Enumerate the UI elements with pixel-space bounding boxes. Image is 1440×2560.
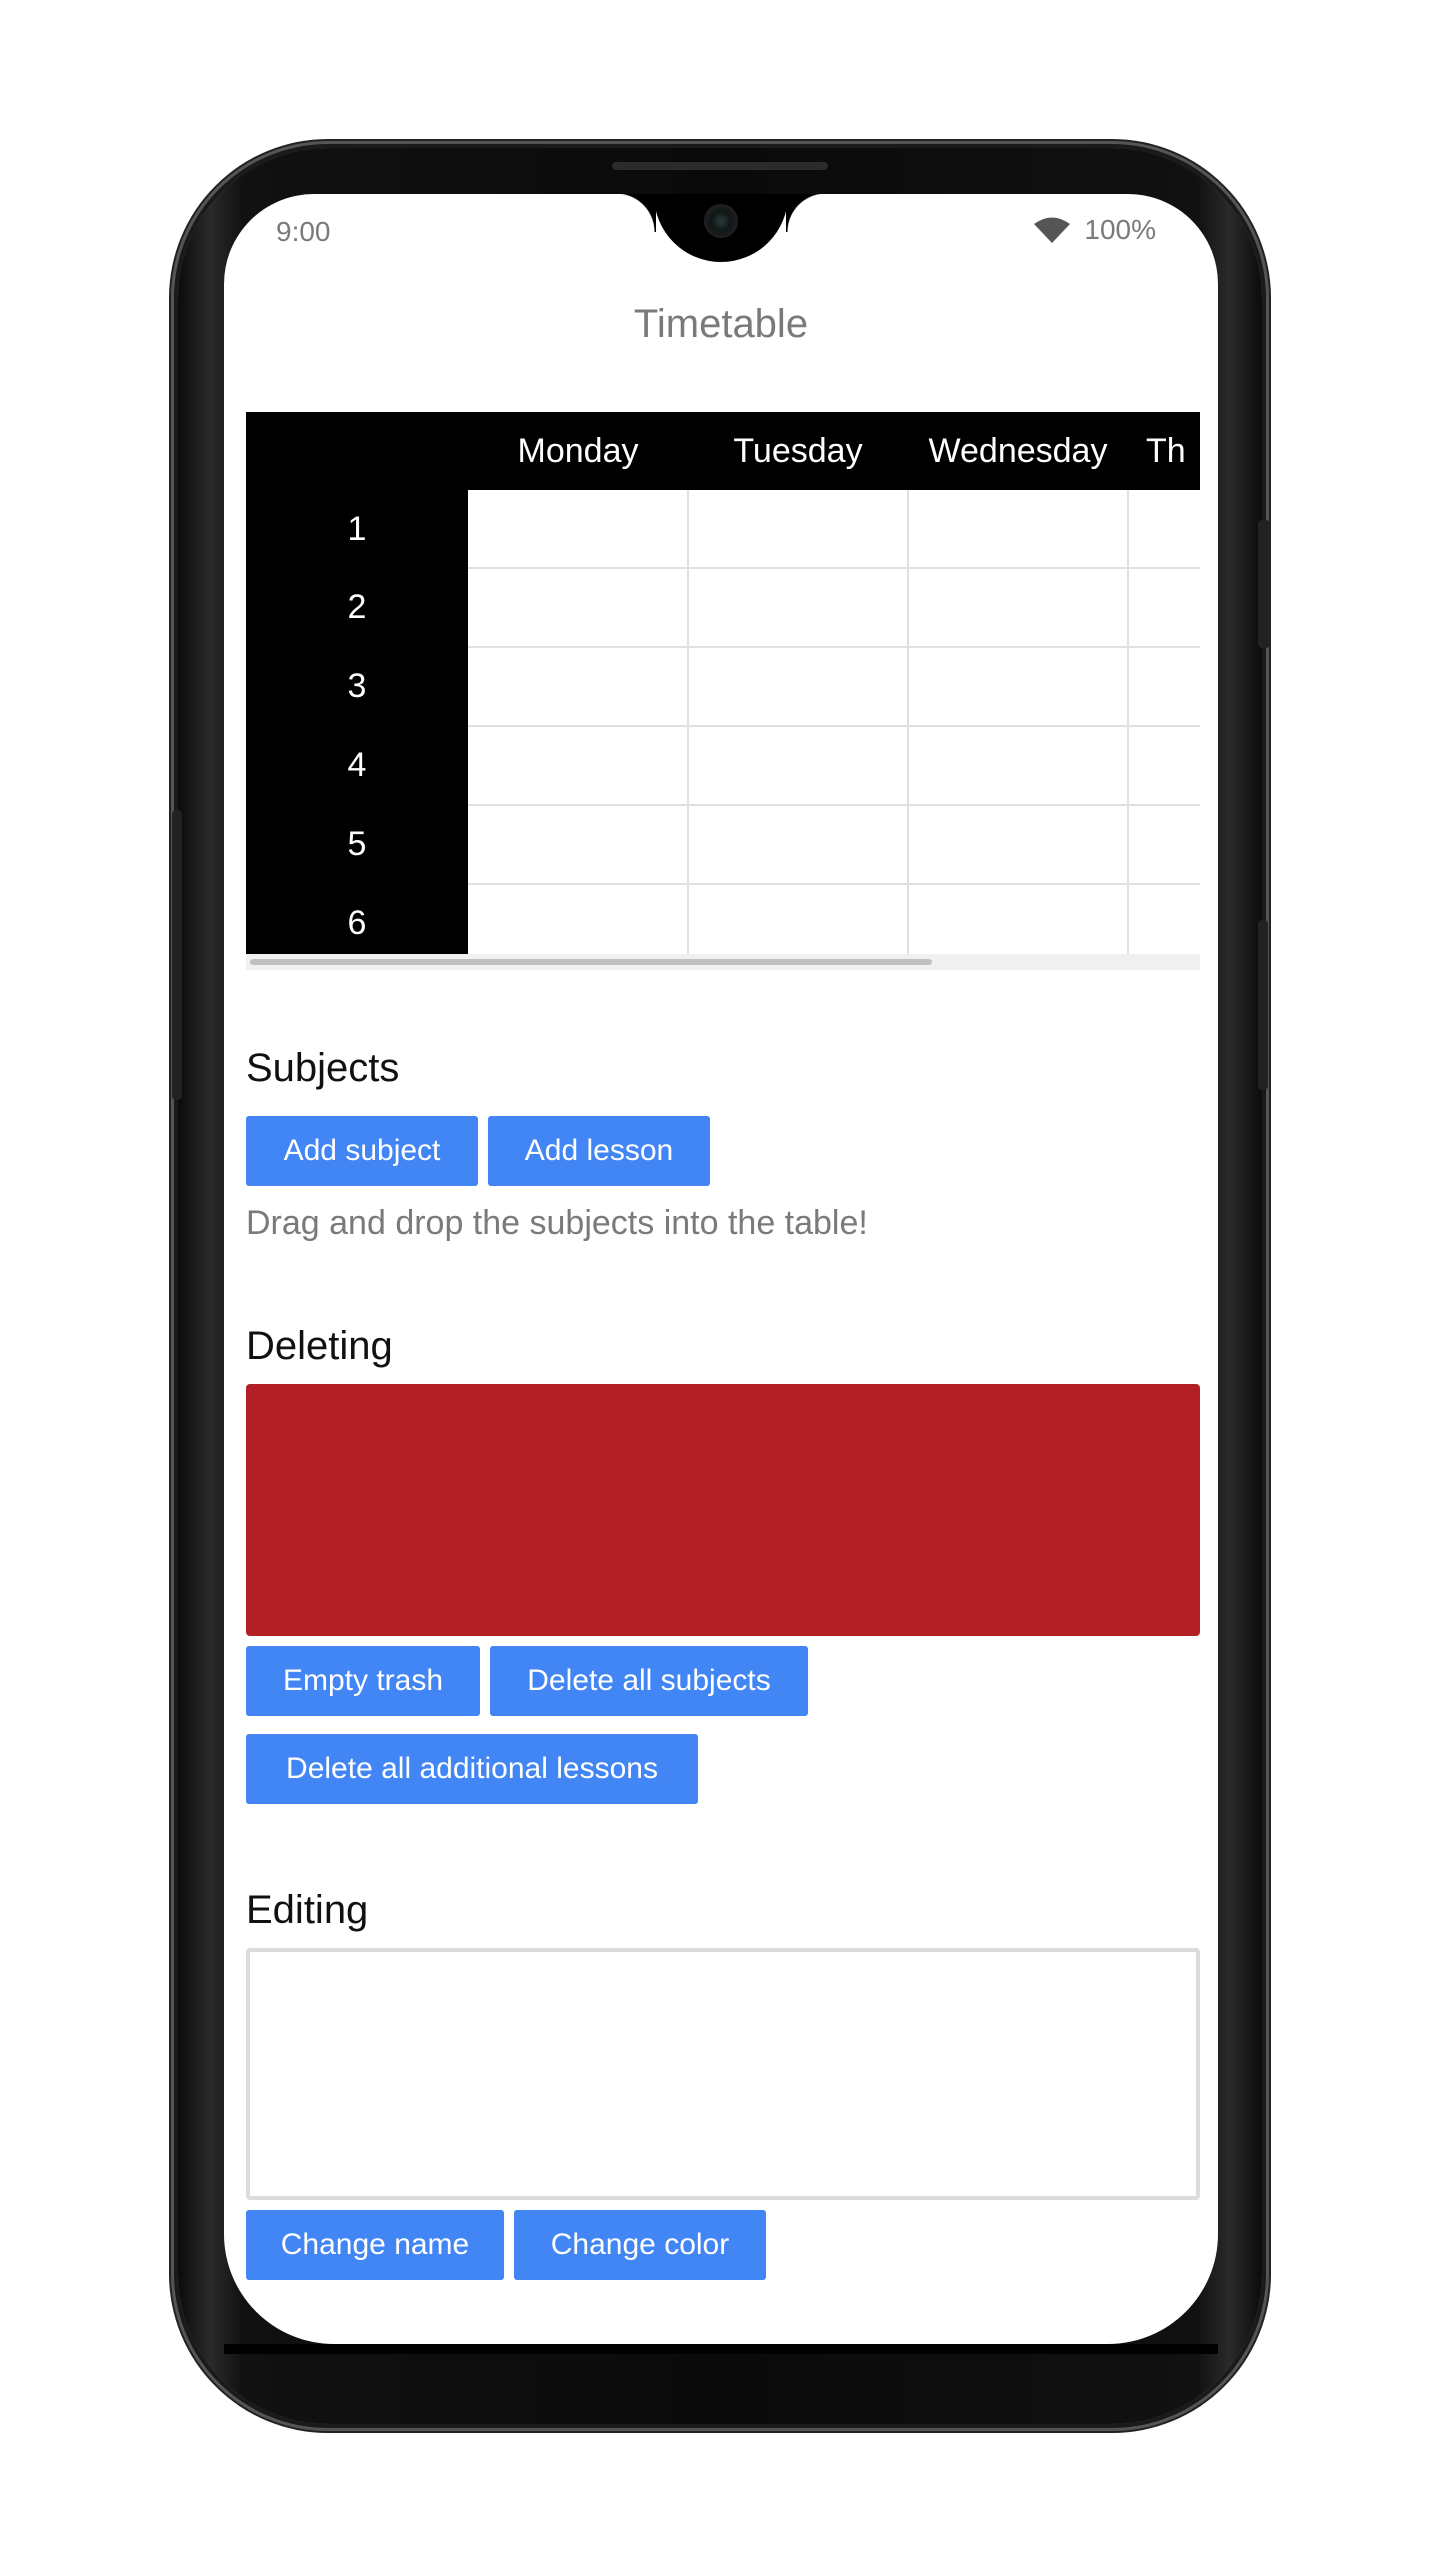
timetable-cell[interactable] [908, 490, 1129, 569]
subjects-heading: Subjects [246, 1046, 400, 1090]
status-time: 9:00 [276, 216, 331, 247]
timetable-cell[interactable] [688, 490, 909, 569]
timetable: Monday Tuesday Wednesday Th 1 2 3 4 5 6 [246, 412, 1200, 964]
timetable-cell[interactable] [688, 647, 909, 727]
period-number: 3 [246, 647, 468, 726]
timetable-cell[interactable] [468, 568, 689, 648]
display-notch [616, 194, 826, 262]
period-number: 1 [246, 490, 468, 568]
delete-all-additional-lessons-button[interactable]: Delete all additional lessons [246, 1734, 698, 1804]
period-number: 2 [246, 568, 468, 647]
period-number: 4 [246, 726, 468, 805]
day-header: Th [1128, 412, 1200, 490]
timetable-header-row: Monday Tuesday Wednesday Th [246, 412, 1200, 490]
volume-button [172, 810, 182, 1100]
wifi-icon [1034, 217, 1071, 243]
editing-heading: Editing [246, 1888, 369, 1932]
trash-drop-zone[interactable] [246, 1384, 1200, 1636]
timetable-cell[interactable] [688, 726, 909, 806]
table-row: 3 [246, 647, 1200, 727]
day-header: Tuesday [688, 412, 908, 490]
timetable-cell[interactable] [1128, 490, 1200, 569]
page-title: Timetable [633, 302, 809, 346]
timetable-cell[interactable] [1128, 726, 1200, 806]
timetable-cell[interactable] [468, 490, 689, 569]
timetable-cell[interactable] [688, 884, 909, 964]
horizontal-scrollbar[interactable] [246, 954, 1200, 970]
timetable-cell[interactable] [468, 884, 689, 964]
empty-trash-button[interactable]: Empty trash [246, 1646, 480, 1716]
change-color-button[interactable]: Change color [514, 2210, 766, 2280]
timetable-cell[interactable] [908, 805, 1129, 885]
battery-percent: 100% [1084, 214, 1156, 245]
table-row: 1 [246, 490, 1200, 569]
table-row: 6 [246, 884, 1200, 964]
delete-all-subjects-button[interactable]: Delete all subjects [490, 1646, 808, 1716]
add-lesson-button[interactable]: Add lesson [488, 1116, 710, 1186]
bottom-bezel [224, 2344, 1218, 2354]
scrollbar-thumb[interactable] [250, 959, 932, 965]
timetable-cell[interactable] [1128, 884, 1200, 964]
timetable-cell[interactable] [908, 568, 1129, 648]
screen: 9:00 100% Timetable Monday Tuesday Wedne… [224, 194, 1218, 2344]
timetable-cell[interactable] [468, 726, 689, 806]
day-header: Monday [468, 412, 688, 490]
period-number: 6 [246, 884, 468, 963]
table-row: 2 [246, 568, 1200, 648]
timetable-cell[interactable] [908, 647, 1129, 727]
add-subject-button[interactable]: Add subject [246, 1116, 478, 1186]
deleting-heading: Deleting [246, 1324, 393, 1368]
device-frame: 9:00 100% Timetable Monday Tuesday Wedne… [0, 0, 1440, 2560]
front-camera-icon [704, 204, 738, 238]
timetable-cell[interactable] [908, 884, 1129, 964]
timetable-corner [246, 412, 468, 490]
timetable-scroll-area[interactable]: Monday Tuesday Wednesday Th 1 2 3 4 5 6 [246, 412, 1200, 966]
timetable-cell[interactable] [1128, 647, 1200, 727]
change-name-button[interactable]: Change name [246, 2210, 504, 2280]
timetable-cell[interactable] [688, 568, 909, 648]
timetable-cell[interactable] [908, 726, 1129, 806]
editing-drop-zone[interactable] [246, 1948, 1200, 2200]
timetable-cell[interactable] [1128, 568, 1200, 648]
side-button-right [1258, 920, 1268, 1090]
status-right: 100% [1032, 214, 1156, 246]
timetable-cell[interactable] [688, 805, 909, 885]
power-button [1258, 520, 1270, 648]
period-number: 5 [246, 805, 468, 884]
drag-drop-hint: Drag and drop the subjects into the tabl… [246, 1204, 868, 1242]
table-row: 4 [246, 726, 1200, 806]
earpiece-speaker [612, 162, 828, 170]
timetable-cell[interactable] [468, 805, 689, 885]
table-row: 5 [246, 805, 1200, 885]
day-header: Wednesday [908, 412, 1128, 490]
timetable-cell[interactable] [1128, 805, 1200, 885]
timetable-cell[interactable] [468, 647, 689, 727]
